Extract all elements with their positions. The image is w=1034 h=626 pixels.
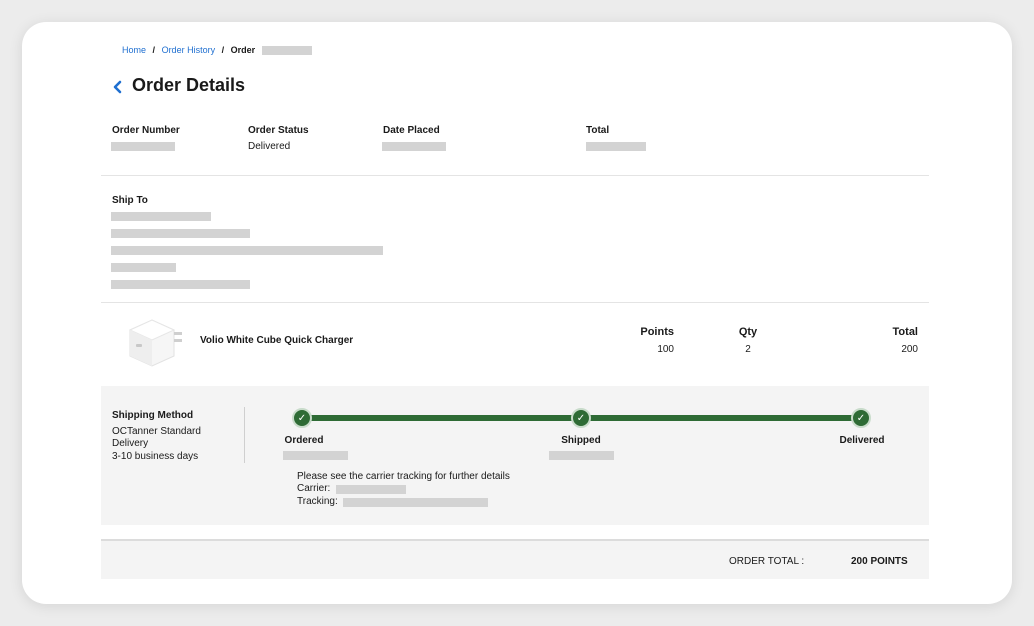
back-chevron-icon[interactable]: [113, 80, 123, 94]
step-ordered-label: Ordered: [284, 435, 324, 446]
redacted-order-number: [111, 142, 175, 151]
carrier-label: Carrier:: [297, 483, 331, 494]
order-total-label: ORDER TOTAL :: [729, 556, 805, 567]
step-shipped-label: Shipped: [561, 435, 601, 446]
redacted-carrier: [336, 485, 406, 494]
step-shipped-check-icon: ✓: [571, 408, 591, 428]
item-total-label: Total: [892, 326, 918, 338]
breadcrumb-order-history-link[interactable]: Order History: [162, 45, 216, 55]
vertical-divider: [244, 407, 245, 463]
order-status-value: Delivered: [248, 141, 291, 152]
step-delivered-check-icon: ✓: [851, 408, 871, 428]
redacted-address-line: [111, 263, 176, 272]
breadcrumb-separator: /: [221, 45, 225, 55]
shipping-panel: [101, 386, 929, 525]
item-total-value: 200: [901, 344, 918, 355]
breadcrumb-separator: /: [152, 45, 156, 55]
tracking-label: Tracking:: [297, 496, 338, 507]
total-label: Total: [586, 125, 610, 136]
shipping-method-name: OCTanner Standard: [112, 426, 201, 437]
redacted-date-placed: [382, 142, 446, 151]
redacted-address-line: [111, 229, 250, 238]
breadcrumb: Home / Order History / Order: [122, 45, 255, 55]
date-placed-label: Date Placed: [383, 125, 440, 136]
section-divider: [101, 302, 929, 303]
points-label: Points: [640, 326, 674, 338]
qty-value: 2: [745, 344, 751, 355]
redacted-address-line: [111, 280, 250, 289]
order-status-label: Order Status: [248, 125, 309, 136]
redacted-address-line: [111, 246, 383, 255]
shipping-method-name: Delivery: [112, 438, 149, 449]
shipping-method-duration: 3-10 business days: [112, 451, 199, 462]
page-title: Order Details: [132, 75, 246, 95]
redacted-address-line: [111, 212, 211, 221]
redacted-total: [586, 142, 646, 151]
redacted-ordered-date: [283, 451, 348, 460]
tracking-note: Please see the carrier tracking for furt…: [297, 471, 510, 482]
points-value: 100: [657, 344, 674, 355]
step-ordered-check-icon: ✓: [292, 408, 312, 428]
redacted-shipped-date: [549, 451, 614, 460]
product-name[interactable]: Volio White Cube Quick Charger: [200, 335, 353, 346]
product-image: [128, 319, 182, 367]
redacted-tracking-number[interactable]: [343, 498, 488, 507]
order-number-label: Order Number: [112, 125, 180, 136]
order-total-value: 200 POINTS: [851, 556, 908, 567]
ship-to-label: Ship To: [112, 195, 148, 206]
breadcrumb-current-order: Order: [230, 45, 256, 55]
order-total-bar: [101, 539, 929, 579]
shipping-method-label: Shipping Method: [112, 410, 194, 421]
step-delivered-label: Delivered: [839, 435, 885, 446]
qty-label: Qty: [738, 326, 758, 338]
order-details-card: Home / Order History / Order Order Detai…: [22, 22, 1012, 604]
section-divider: [101, 175, 929, 176]
redacted-order-id: [262, 46, 312, 55]
breadcrumb-home-link[interactable]: Home: [122, 45, 146, 55]
